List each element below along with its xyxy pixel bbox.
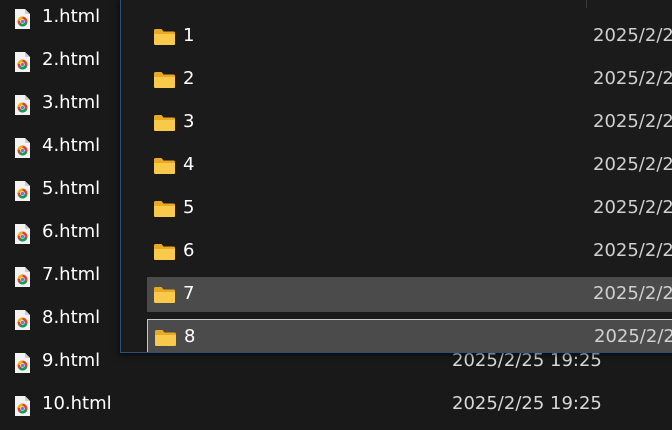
chrome-html-file-icon	[15, 310, 30, 330]
folder-row-focused[interactable]: 8 2025/2/2	[147, 319, 672, 352]
chrome-html-file-icon	[15, 353, 30, 373]
folder-date: 2025/2/2	[593, 68, 672, 89]
folder-date: 2025/2/2	[593, 283, 672, 304]
folder-row-selected[interactable]: 7 2025/2/2	[147, 277, 672, 312]
file-name: 10.html	[42, 393, 112, 414]
chrome-html-file-icon	[15, 396, 30, 416]
folder-icon	[155, 330, 176, 346]
file-name: 5.html	[42, 178, 101, 199]
folder-window: 1 2025/2/2 2 2025/2/2 3 2025/2/2 4 2025/…	[120, 0, 672, 353]
folder-icon	[154, 201, 175, 217]
folder-date: 2025/2/2	[593, 154, 672, 175]
folder-icon	[154, 72, 175, 88]
file-name: 6.html	[42, 221, 101, 242]
folder-icon	[154, 115, 175, 131]
file-name: 3.html	[42, 92, 101, 113]
folder-icon	[154, 287, 175, 303]
chrome-html-file-icon	[15, 52, 30, 72]
file-date: 2025/2/25 19:25	[452, 350, 602, 371]
folder-date: 2025/2/2	[593, 25, 672, 46]
folder-name: 2	[183, 68, 195, 89]
file-name: 8.html	[42, 307, 101, 328]
folder-name: 3	[183, 111, 195, 132]
folder-row[interactable]: 2 2025/2/2	[147, 62, 672, 97]
file-name: 2.html	[42, 49, 101, 70]
folder-row[interactable]: 6 2025/2/2	[147, 234, 672, 269]
folder-date: 2025/2/2	[593, 197, 672, 218]
folder-name: 7	[183, 283, 195, 304]
folder-icon	[154, 244, 175, 260]
folder-name: 4	[183, 154, 195, 175]
chrome-html-file-icon	[15, 95, 30, 115]
folder-icon	[154, 158, 175, 174]
folder-icon	[154, 29, 175, 45]
file-name: 7.html	[42, 264, 101, 285]
folder-date: 2025/2/2	[594, 326, 672, 347]
folder-name: 1	[183, 25, 195, 46]
chrome-html-file-icon	[15, 267, 30, 287]
file-date: 2025/2/25 19:25	[452, 393, 602, 414]
folder-row[interactable]: 4 2025/2/2	[147, 148, 672, 183]
folder-date: 2025/2/2	[593, 111, 672, 132]
chrome-html-file-icon	[15, 224, 30, 244]
file-name: 9.html	[42, 350, 101, 371]
folder-name: 5	[183, 197, 195, 218]
chrome-html-file-icon	[15, 138, 30, 158]
folder-row[interactable]: 1 2025/2/2	[147, 19, 672, 54]
folder-name: 6	[183, 240, 195, 261]
file-name: 1.html	[42, 6, 101, 27]
file-name: 4.html	[42, 135, 101, 156]
folder-name: 8	[184, 326, 196, 347]
chrome-html-file-icon	[15, 181, 30, 201]
column-divider[interactable]	[586, 0, 587, 8]
folder-row[interactable]: 5 2025/2/2	[147, 191, 672, 226]
chrome-html-file-icon	[15, 9, 30, 29]
folder-date: 2025/2/2	[593, 240, 672, 261]
folder-row[interactable]: 3 2025/2/2	[147, 105, 672, 140]
